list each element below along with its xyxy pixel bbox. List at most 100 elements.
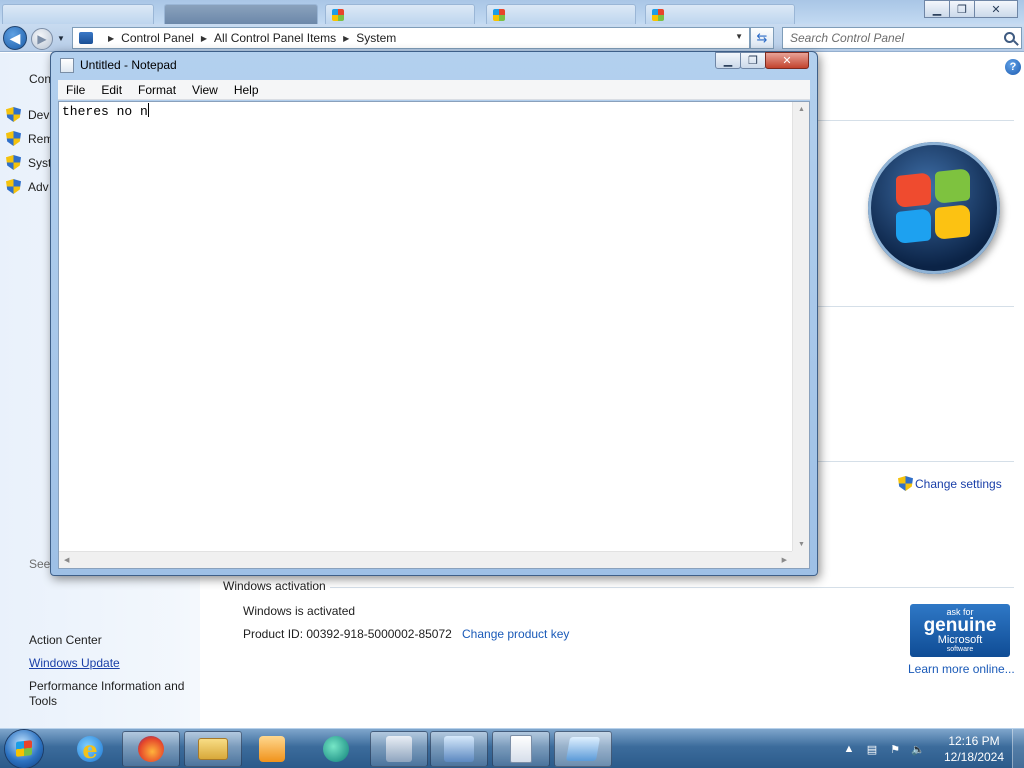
maximize-button[interactable]: ❐	[949, 0, 975, 18]
notepad-close-button[interactable]: ✕	[765, 52, 809, 69]
sidebar-link-advanced-settings[interactable]: Adv	[6, 179, 49, 194]
help-icon[interactable]: ?	[1005, 59, 1021, 75]
sidebar-link-device-manager[interactable]: Dev	[6, 107, 49, 122]
horizontal-scrollbar[interactable]: ◀ ▶	[59, 551, 792, 568]
scroll-up-icon[interactable]: ▲	[798, 106, 805, 113]
back-button[interactable]: ◀	[3, 26, 27, 50]
chevron-right-icon[interactable]: ▶	[201, 34, 207, 43]
section-divider	[818, 120, 1014, 121]
window-caption-buttons: ▁ ❐ ✕	[924, 0, 1018, 18]
menu-file[interactable]: File	[58, 83, 93, 97]
taskbar-tool[interactable]	[370, 731, 428, 767]
notepad-icon	[60, 58, 74, 73]
background-window-tab[interactable]	[325, 4, 475, 26]
scroll-left-icon[interactable]: ◀	[64, 556, 69, 564]
sidebar-link-label: Syst	[28, 155, 52, 170]
address-field[interactable]: ▶ Control Panel ▶ All Control Panel Item…	[72, 27, 750, 49]
scrollbar-corner	[792, 551, 809, 568]
forward-button[interactable]: ▶	[31, 28, 53, 50]
windows-flag-icon	[493, 9, 505, 21]
performance-information-link[interactable]: Performance Information and Tools	[29, 679, 199, 709]
section-divider	[818, 306, 1014, 307]
search-icon[interactable]	[1004, 32, 1015, 43]
edge-icon	[323, 736, 349, 762]
scroll-down-icon[interactable]: ▼	[798, 541, 805, 548]
media-player-icon	[259, 736, 285, 762]
menu-view[interactable]: View	[184, 83, 226, 97]
windows-logo-icon	[868, 142, 1000, 274]
recent-pages-dropdown[interactable]: ▼	[57, 34, 65, 43]
vertical-scrollbar[interactable]: ▲ ▼	[792, 102, 809, 552]
close-button[interactable]: ✕	[974, 0, 1018, 18]
address-bar: ◀ ▶ ▼ ▶ Control Panel ▶ All Control Pane…	[0, 24, 1024, 52]
taskbar-edge[interactable]	[307, 731, 365, 767]
genuine-microsoft-badge[interactable]: ask for genuine Microsoft software	[910, 604, 1010, 657]
notepad-title: Untitled - Notepad	[80, 58, 177, 72]
menu-format[interactable]: Format	[130, 83, 184, 97]
action-center-flag-icon[interactable]: ⚑	[888, 742, 902, 756]
breadcrumb-item[interactable]: Control Panel	[121, 31, 194, 45]
windows-activation-heading: Windows activation	[223, 579, 326, 593]
show-desktop-button[interactable]	[1012, 729, 1024, 768]
notepad-window[interactable]: Untitled - Notepad ▁ ❐ ✕ File Edit Forma…	[50, 51, 818, 576]
taskbar-media-player[interactable]	[243, 731, 301, 767]
notepad-maximize-button[interactable]: ❐	[740, 52, 766, 69]
system-tool-icon	[386, 736, 412, 762]
product-id: Product ID: 00392-918-5000002-85072	[243, 627, 452, 641]
scroll-right-icon[interactable]: ▶	[782, 556, 787, 564]
chevron-right-icon[interactable]: ▶	[108, 34, 114, 43]
chevron-up-icon[interactable]: ▲	[842, 742, 856, 756]
sidebar-home-link[interactable]: Con	[29, 72, 51, 86]
action-center-link[interactable]: Action Center	[29, 633, 102, 647]
breadcrumb-item[interactable]: System	[356, 31, 396, 45]
notepad-text-line: theres no n	[62, 103, 149, 119]
clock-time: 12:16 PM	[948, 734, 1000, 748]
folder-icon	[198, 738, 228, 760]
background-window-tab[interactable]	[645, 4, 795, 26]
volume-muted-icon[interactable]: 🔈	[911, 742, 925, 756]
background-window-tab[interactable]	[486, 4, 636, 26]
chevron-right-icon[interactable]: ▶	[343, 34, 349, 43]
change-settings-link[interactable]: Change settings	[898, 476, 1002, 491]
refresh-button[interactable]: ⇆	[750, 27, 774, 49]
notepad-text-area[interactable]: theres no n ▲ ▼ ◀ ▶	[58, 101, 810, 569]
sidebar-link-label: Adv	[28, 179, 49, 194]
network-status-icon[interactable]: ▤	[865, 742, 879, 756]
menu-help[interactable]: Help	[226, 83, 267, 97]
breadcrumb-item[interactable]: All Control Panel Items	[214, 31, 336, 45]
learn-more-online-link[interactable]: Learn more online...	[908, 662, 1015, 676]
start-button[interactable]	[5, 730, 43, 768]
change-settings-label: Change settings	[915, 476, 1002, 491]
shield-icon	[6, 107, 21, 122]
taskbar-windows-explorer[interactable]	[184, 731, 242, 767]
notification-area: ▲ ▤ ⚑ 🔈	[842, 729, 934, 768]
taskbar-internet-explorer[interactable]: e	[61, 731, 119, 767]
background-window-tab[interactable]	[2, 4, 154, 26]
firefox-icon	[138, 736, 164, 762]
background-window-tab[interactable]	[164, 4, 318, 26]
control-panel-icon	[565, 737, 601, 761]
taskbar-firefox[interactable]	[122, 731, 180, 767]
notepad-menubar: File Edit Format View Help	[58, 80, 810, 100]
section-divider	[818, 461, 1014, 462]
taskbar-network[interactable]	[430, 731, 488, 767]
minimize-button[interactable]: ▁	[924, 0, 950, 18]
notepad-minimize-button[interactable]: ▁	[715, 52, 741, 69]
taskbar-control-panel[interactable]	[554, 731, 612, 767]
sidebar-link-system-protection[interactable]: Syst	[6, 155, 51, 170]
menu-edit[interactable]: Edit	[93, 83, 130, 97]
section-divider	[330, 587, 1014, 588]
tray-clock[interactable]: 12:16 PM 12/18/2024	[936, 733, 1012, 765]
search-placeholder: Search Control Panel	[790, 31, 905, 45]
windows-update-link[interactable]: Windows Update	[29, 656, 120, 670]
taskbar: e ▲ ▤ ⚑ 🔈 12:16 PM 12/18/2024	[0, 728, 1024, 768]
shield-icon	[898, 476, 913, 491]
activation-status: Windows is activated	[243, 604, 356, 618]
chevron-down-icon[interactable]: ▼	[735, 32, 743, 41]
sidebar-link-remote-settings[interactable]: Rem	[6, 131, 53, 146]
change-product-key-link[interactable]: Change product key	[462, 627, 569, 641]
taskbar-notepad[interactable]	[492, 731, 550, 767]
shield-icon	[6, 131, 21, 146]
search-input[interactable]: Search Control Panel	[782, 27, 1022, 49]
internet-explorer-icon: e	[77, 735, 103, 764]
